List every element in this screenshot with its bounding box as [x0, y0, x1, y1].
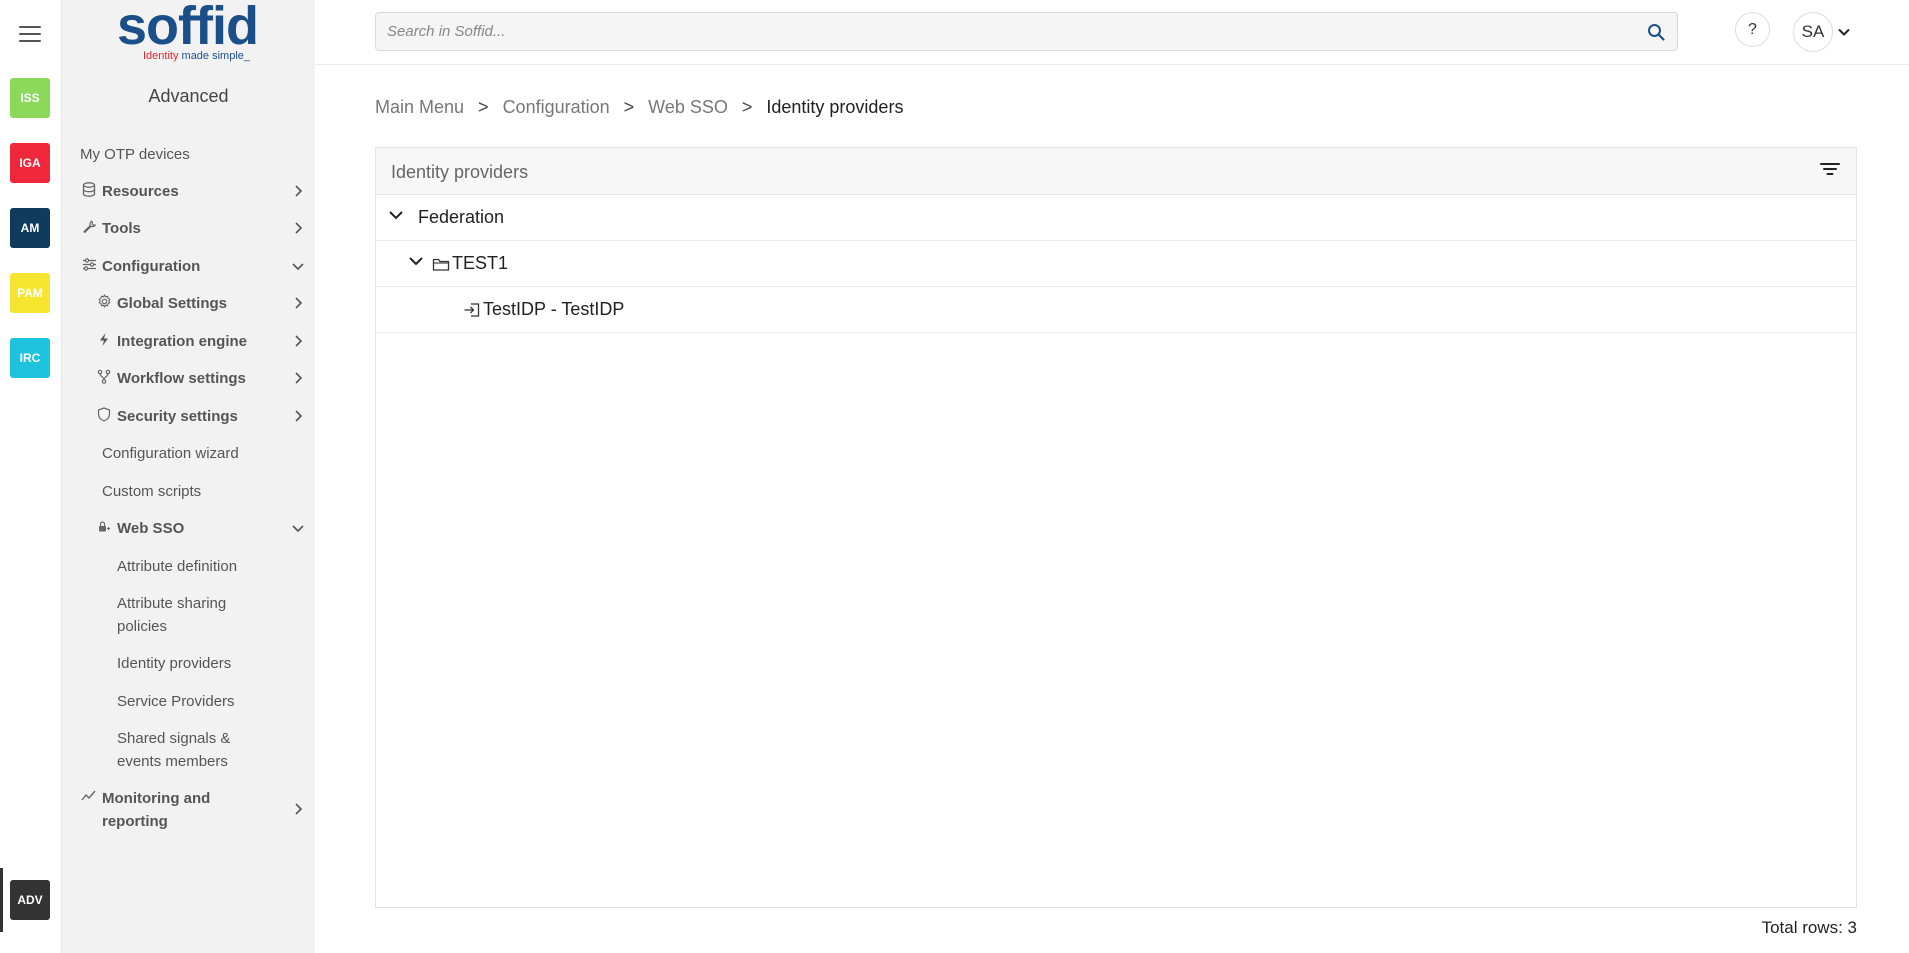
- shield-icon: [95, 405, 113, 423]
- sidebar-item-label: Identity providers: [117, 655, 232, 672]
- chevron-right-icon: [295, 297, 303, 309]
- branch-icon: [95, 367, 113, 385]
- sliders-icon: [80, 255, 98, 273]
- tree-node-label: TEST1: [452, 253, 509, 273]
- chevron-right-icon: [295, 335, 303, 347]
- sidebar-item-label: Resources: [102, 183, 179, 200]
- sidebar-item-monitoring-and-reporting[interactable]: Monitoring and reporting: [62, 787, 315, 833]
- panel-header: Identity providers: [376, 148, 1856, 195]
- search-box: [375, 12, 1678, 51]
- sidebar-item-label: Custom scripts: [102, 483, 202, 500]
- sidebar-item-configuration[interactable]: Configuration: [62, 255, 315, 278]
- app-tile-pam[interactable]: PAM: [10, 273, 50, 313]
- sidebar-item-label: Integration engine: [117, 333, 248, 350]
- app-tile-iga[interactable]: IGA: [10, 143, 50, 183]
- tree-row-federation[interactable]: Federation: [376, 195, 1856, 241]
- breadcrumb-separator: >: [478, 97, 489, 117]
- sidebar-item-shared-signals-events-members[interactable]: Shared signals & events members: [62, 727, 252, 773]
- panel-title: Identity providers: [391, 162, 529, 182]
- app-tile-adv[interactable]: ADV: [10, 880, 50, 920]
- app-rail: ISS IGA AM PAM IRC ADV: [0, 0, 62, 953]
- sidebar-item-custom-scripts[interactable]: Custom scripts: [62, 480, 315, 503]
- sidebar-item-label: Attribute definition: [117, 558, 238, 575]
- identity-providers-panel: Identity providers Federation TEST1 Test…: [375, 147, 1857, 908]
- tree-row-test1[interactable]: TEST1: [376, 241, 1856, 287]
- app-tile-irc[interactable]: IRC: [10, 338, 50, 378]
- chevron-down-icon[interactable]: [408, 253, 424, 269]
- top-bar: ? SA: [315, 0, 1909, 65]
- sidebar-item-label: Attribute sharing policies: [117, 595, 227, 635]
- chevron-down-icon[interactable]: [388, 207, 404, 223]
- sidebar-item-workflow-settings[interactable]: Workflow settings: [62, 367, 315, 390]
- active-app-indicator: [0, 868, 3, 932]
- breadcrumb-main-menu[interactable]: Main Menu: [375, 97, 464, 118]
- filter-icon[interactable]: [1819, 160, 1841, 178]
- sidebar-item-tools[interactable]: Tools: [62, 217, 315, 240]
- sidebar-item-integration-engine[interactable]: Integration engine: [62, 330, 315, 353]
- soffid-logo[interactable]: soffid Identity made simple_: [62, 0, 315, 66]
- sidebar-title: Advanced: [148, 86, 229, 106]
- sidebar-item-label: Service Providers: [117, 693, 235, 710]
- search-input[interactable]: [376, 13, 1677, 50]
- user-avatar[interactable]: SA: [1793, 12, 1833, 52]
- folder-icon: [432, 258, 450, 271]
- chevron-down-icon: [292, 263, 304, 271]
- sidebar-item-label: Tools: [102, 220, 141, 237]
- logo-wordmark: soffid: [117, 0, 259, 56]
- search-icon[interactable]: [1647, 23, 1665, 41]
- sidebar-item-label: My OTP devices: [80, 146, 190, 163]
- chevron-right-icon: [295, 185, 303, 197]
- gear-icon: [95, 292, 113, 310]
- breadcrumb-separator: >: [623, 97, 635, 117]
- sidebar-item-label: Shared signals & events members: [117, 730, 231, 770]
- sidebar-item-label: Security settings: [117, 408, 238, 425]
- chart-line-icon: [80, 787, 98, 805]
- app-tile-iss[interactable]: ISS: [10, 78, 50, 118]
- breadcrumb-separator: >: [741, 97, 753, 117]
- chevron-right-icon: [295, 410, 303, 422]
- sidebar-item-label: Workflow settings: [117, 370, 246, 387]
- sidebar-item-service-providers[interactable]: Service Providers: [62, 690, 315, 713]
- database-icon: [80, 180, 98, 198]
- chevron-right-icon: [295, 372, 303, 384]
- sidebar-item-label: Global Settings: [117, 295, 228, 312]
- sidebar-item-label: Web SSO: [117, 520, 185, 537]
- sidebar-item-attribute-sharing-policies[interactable]: Attribute sharing policies: [62, 592, 262, 638]
- lightning-icon: [95, 330, 113, 348]
- login-icon: [464, 302, 480, 317]
- sidebar-item-identity-providers[interactable]: Identity providers: [62, 652, 315, 675]
- app-tile-am[interactable]: AM: [10, 208, 50, 248]
- chevron-right-icon: [295, 803, 303, 815]
- sidebar-item-web-sso[interactable]: Web SSO: [62, 517, 315, 540]
- total-rows-count: Total rows: 3: [1761, 918, 1857, 937]
- chevron-down-icon[interactable]: [1837, 25, 1851, 39]
- breadcrumb-current: Identity providers: [766, 97, 904, 117]
- sidebar-item-label: Configuration: [102, 258, 201, 275]
- sidebar-item-label: Configuration wizard: [102, 445, 239, 462]
- breadcrumb-configuration[interactable]: Configuration: [503, 97, 610, 118]
- tree-node-label: Federation: [418, 207, 505, 227]
- help-button[interactable]: ?: [1735, 12, 1770, 47]
- sidebar: soffid Identity made simple_ Advanced My…: [62, 0, 315, 953]
- tree-node-label: TestIDP - TestIDP: [483, 299, 625, 319]
- sidebar-item-my-otp-devices[interactable]: My OTP devices: [62, 143, 315, 166]
- sidebar-item-configuration-wizard[interactable]: Configuration wizard: [62, 442, 315, 465]
- hamburger-menu-icon[interactable]: [19, 26, 41, 44]
- logo-tagline: Identity made simple_: [143, 50, 251, 62]
- chevron-right-icon: [295, 222, 303, 234]
- sidebar-item-resources[interactable]: Resources: [62, 180, 315, 203]
- sidebar-item-global-settings[interactable]: Global Settings: [62, 292, 315, 315]
- wrench-icon: [80, 217, 98, 235]
- tree-row-testidp[interactable]: TestIDP - TestIDP: [376, 287, 1856, 333]
- breadcrumb-web-sso[interactable]: Web SSO: [648, 97, 728, 118]
- sidebar-item-security-settings[interactable]: Security settings: [62, 405, 315, 428]
- lock-icon: [95, 517, 113, 535]
- sidebar-item-label: Monitoring and reporting: [102, 790, 211, 830]
- sidebar-item-attribute-definition[interactable]: Attribute definition: [62, 555, 315, 578]
- breadcrumb: Main Menu > Configuration > Web SSO > Id…: [375, 97, 903, 118]
- chevron-down-icon: [292, 525, 304, 533]
